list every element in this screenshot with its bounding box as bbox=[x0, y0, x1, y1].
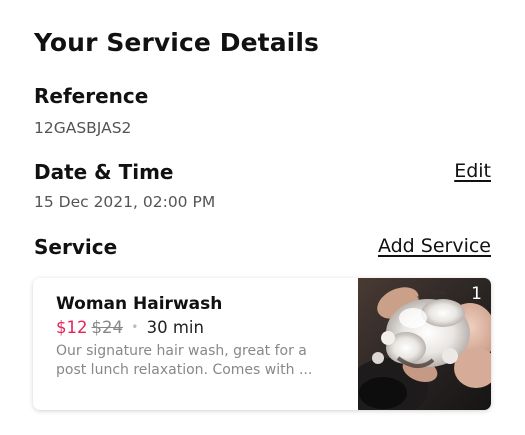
service-details-page: Your Service Details Reference 12GASBJAS… bbox=[0, 0, 525, 435]
service-label: Service bbox=[34, 235, 118, 259]
add-service-link[interactable]: Add Service bbox=[378, 235, 491, 257]
service-description-line-1: Our signature hair wash, great for a bbox=[56, 343, 307, 359]
edit-date-time-link[interactable]: Edit bbox=[454, 160, 491, 182]
service-card-body: Woman Hairwash $12 $24 • 30 min Our signa… bbox=[56, 294, 346, 380]
quantity-badge: 1 bbox=[471, 284, 482, 304]
reference-label: Reference bbox=[34, 84, 149, 108]
page-title: Your Service Details bbox=[34, 28, 319, 57]
service-card[interactable]: Woman Hairwash $12 $24 • 30 min Our signa… bbox=[33, 278, 491, 410]
service-name: Woman Hairwash bbox=[56, 294, 223, 314]
service-duration: 30 min bbox=[146, 318, 204, 337]
service-description: Our signature hair wash, great for a pos… bbox=[56, 342, 346, 380]
hairwash-photo: 1 bbox=[348, 278, 491, 410]
date-time-label: Date & Time bbox=[34, 160, 174, 184]
service-description-line-2: post lunch relaxation. Comes with ... bbox=[56, 362, 313, 378]
date-time-value: 15 Dec 2021, 02:00 PM bbox=[34, 193, 216, 211]
reference-value: 12GASBJAS2 bbox=[34, 119, 132, 137]
service-price-row: $12 $24 • 30 min bbox=[56, 318, 346, 337]
sale-price: $12 bbox=[56, 318, 88, 337]
separator-dot: • bbox=[131, 320, 139, 334]
original-price: $24 bbox=[91, 318, 124, 337]
